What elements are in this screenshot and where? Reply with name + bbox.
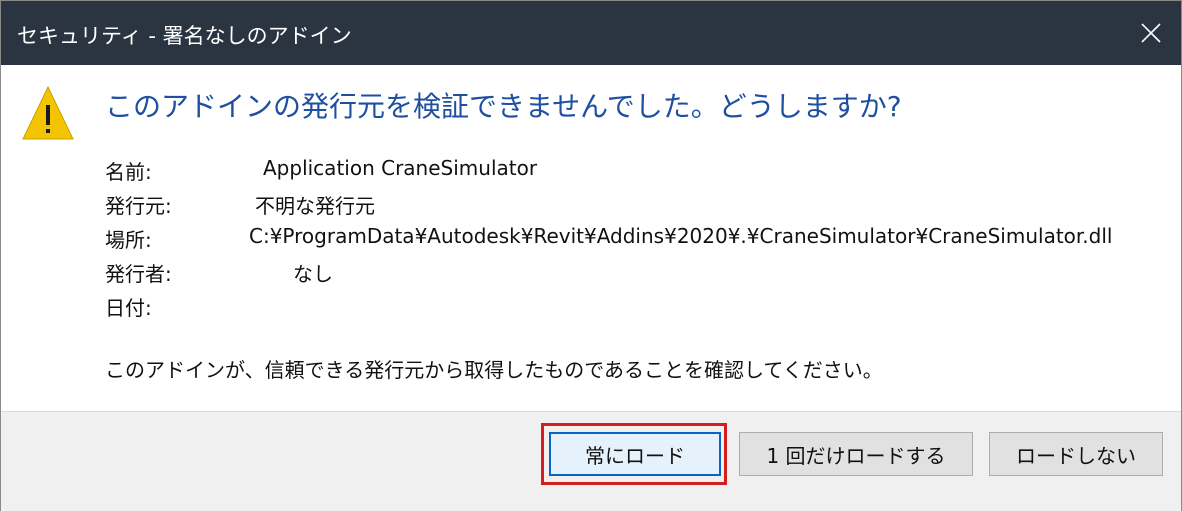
title-bar[interactable]: セキュリティ - 署名なしのアドイン <box>1 1 1181 65</box>
name-value: Application CraneSimulator <box>263 156 538 180</box>
security-dialog: セキュリティ - 署名なしのアドイン このアドインの発行元を検証できませんでした… <box>0 0 1182 511</box>
warning-triangle-icon <box>22 85 74 140</box>
location-label: 場所: <box>105 228 152 252</box>
close-icon <box>1141 23 1161 43</box>
headline: このアドインの発行元を検証できませんでした。どうしますか? <box>105 90 902 123</box>
issuer-label: 発行者: <box>105 262 172 286</box>
window-title: セキュリティ - 署名なしのアドイン <box>17 24 352 48</box>
load-once-button[interactable]: 1 回だけロードする <box>739 432 973 476</box>
always-load-button[interactable]: 常にロード <box>549 432 721 476</box>
publisher-value: 不明な発行元 <box>255 194 375 218</box>
date-label: 日付: <box>105 296 152 320</box>
confirm-text: このアドインが、信頼できる発行元から取得したものであることを確認してください。 <box>105 358 883 382</box>
publisher-label: 発行元: <box>105 194 172 218</box>
name-label: 名前: <box>105 160 152 184</box>
close-button[interactable] <box>1121 1 1181 65</box>
do-not-load-button[interactable]: ロードしない <box>989 432 1163 476</box>
location-value: C:¥ProgramData¥Autodesk¥Revit¥Addins¥202… <box>249 224 1113 248</box>
issuer-value: なし <box>293 262 333 286</box>
button-bar: 常にロード 1 回だけロードする ロードしない <box>1 411 1181 511</box>
